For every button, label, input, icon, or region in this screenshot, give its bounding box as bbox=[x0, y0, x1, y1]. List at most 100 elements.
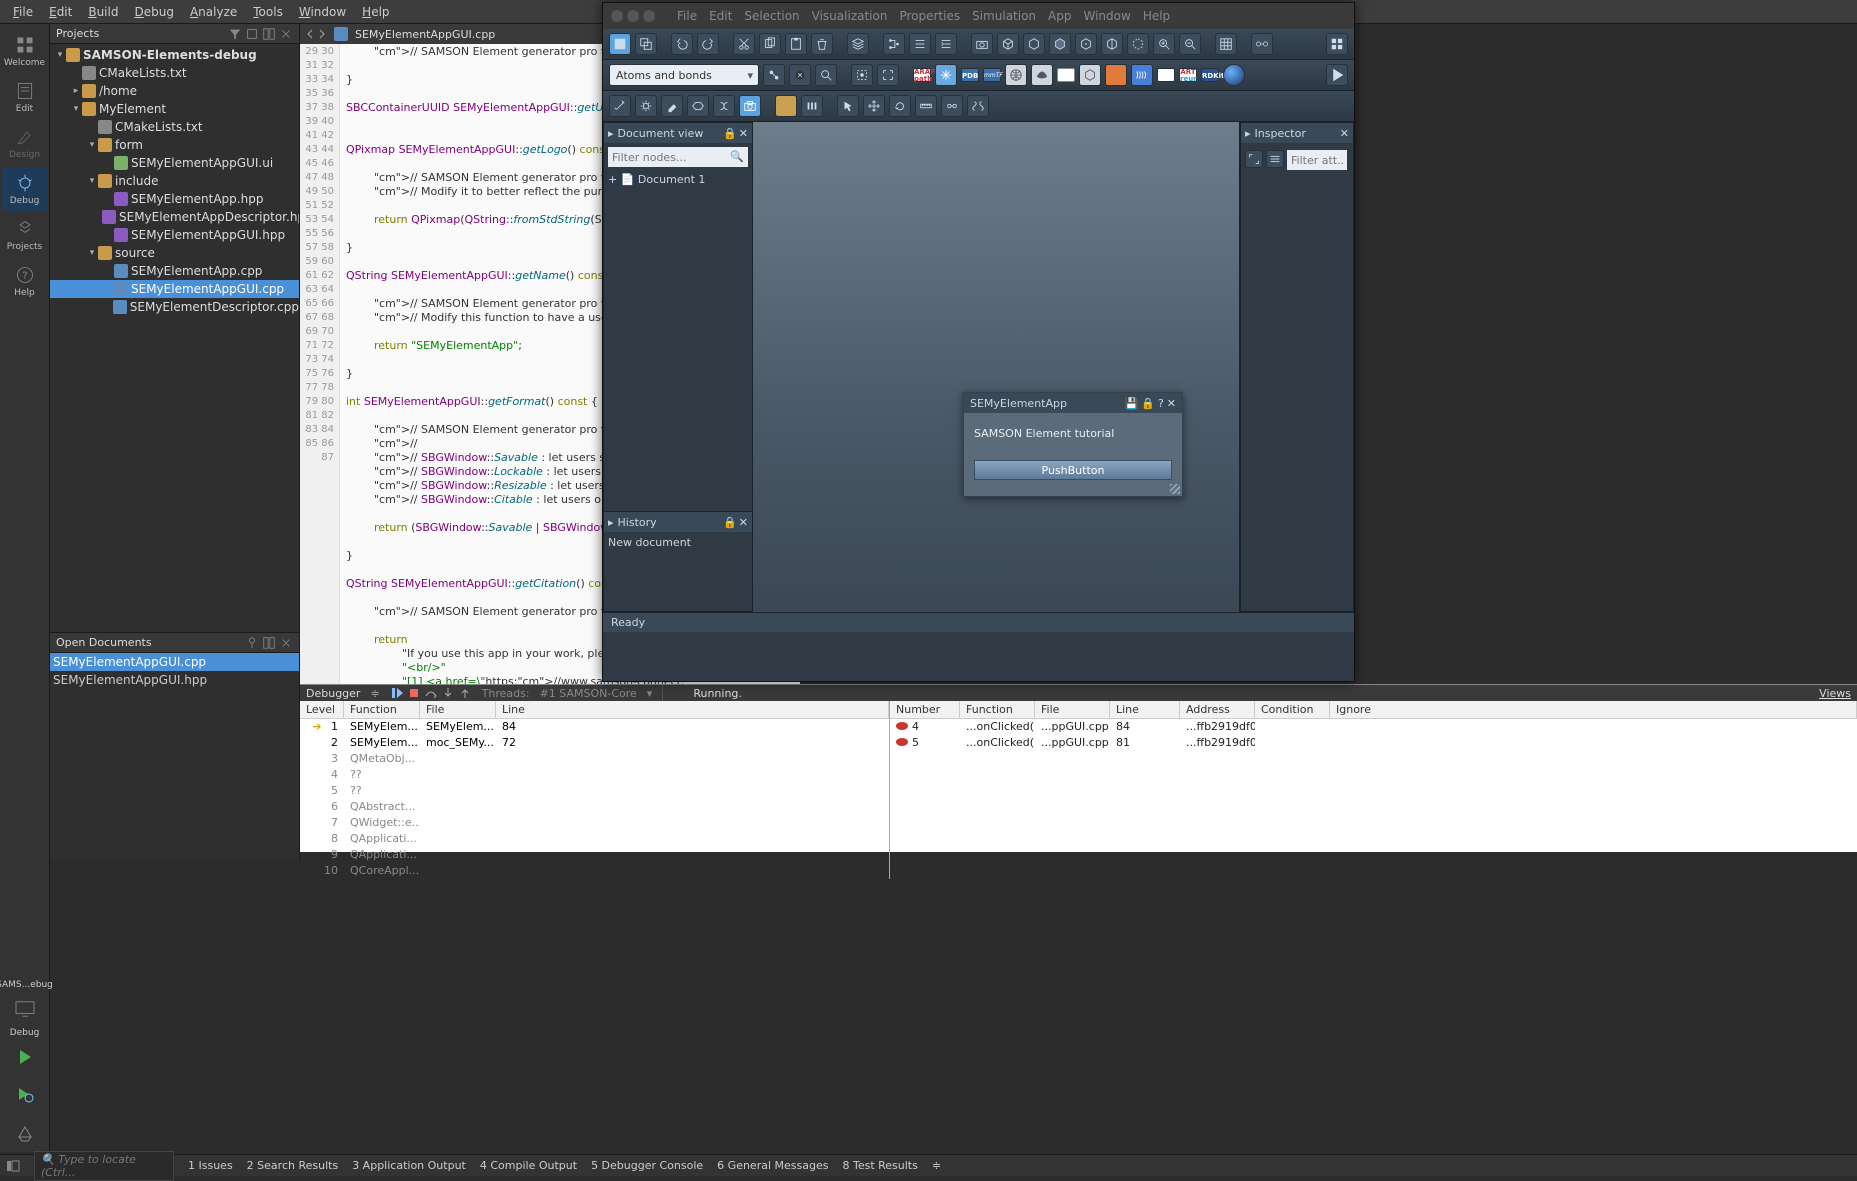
chevron-right-icon[interactable]: ▸ bbox=[608, 516, 614, 529]
tb2-bird-icon[interactable] bbox=[1031, 64, 1053, 86]
chevron-right-icon[interactable]: ▸ bbox=[1245, 127, 1251, 140]
tb-list-icon[interactable] bbox=[909, 33, 931, 55]
tree-row[interactable]: ▾include bbox=[50, 172, 299, 190]
run-debug-button[interactable] bbox=[10, 1080, 40, 1110]
tb2-script-icon[interactable] bbox=[1157, 68, 1175, 82]
stack-row[interactable]: 4?? bbox=[300, 767, 889, 783]
tb2-waves-icon[interactable] bbox=[1131, 64, 1153, 86]
rail-debug[interactable]: Debug bbox=[2, 167, 48, 211]
dbg-stepover-icon[interactable] bbox=[424, 686, 438, 700]
target-screen-icon[interactable] bbox=[10, 994, 40, 1024]
tb2-hex-icon[interactable] bbox=[1079, 64, 1101, 86]
history-lock-icon[interactable]: 🔒 bbox=[723, 516, 737, 529]
menu-edit[interactable]: Edit bbox=[41, 2, 80, 22]
tb2-clear-icon[interactable] bbox=[789, 64, 811, 86]
pushbutton[interactable]: PushButton bbox=[974, 460, 1172, 480]
samson-titlebar[interactable]: File Edit Selection Visualization Proper… bbox=[603, 3, 1354, 29]
tb-grid-icon[interactable] bbox=[1215, 33, 1237, 55]
tb2-find-icon[interactable] bbox=[815, 64, 837, 86]
tree-row[interactable]: CMakeLists.txt bbox=[50, 64, 299, 82]
projects-tree[interactable]: ▾SAMSON-Elements-debugCMakeLists.txt▸/ho… bbox=[50, 44, 299, 318]
sm-menu-properties[interactable]: Properties bbox=[899, 9, 960, 23]
tb-indent-icon[interactable] bbox=[935, 33, 957, 55]
projects-sync-icon[interactable] bbox=[245, 27, 259, 41]
tb2-snow-icon[interactable] bbox=[935, 64, 957, 86]
tb-paste-icon[interactable] bbox=[785, 33, 807, 55]
tb-cube4-icon[interactable] bbox=[1075, 33, 1097, 55]
tb-undo-icon[interactable] bbox=[671, 33, 693, 55]
open-doc-row[interactable]: SEMyElementAppGUI.hpp bbox=[50, 671, 299, 689]
opendocs-split-icon[interactable] bbox=[262, 636, 276, 650]
win-close-icon[interactable] bbox=[611, 10, 623, 22]
doc-tree-row[interactable]: + 📄 Document 1 bbox=[608, 171, 748, 188]
projects-filter-icon[interactable] bbox=[228, 27, 242, 41]
tb2-mmtf-icon[interactable]: mmTF bbox=[983, 68, 1001, 82]
tb3-wand-icon[interactable] bbox=[609, 95, 631, 117]
dbg-stop-icon[interactable] bbox=[407, 686, 421, 700]
tb2-arap-icon[interactable]: ARAPpath bbox=[913, 68, 931, 82]
plus-icon[interactable]: + bbox=[608, 173, 617, 186]
tb2-rdkit-icon[interactable]: RDKit bbox=[1201, 68, 1219, 82]
selection-filter-combo[interactable]: Atoms and bonds bbox=[609, 64, 759, 86]
stack-row[interactable]: 3QMetaObj... bbox=[300, 751, 889, 767]
debugger-dropdown-icon[interactable]: ≑ bbox=[370, 687, 379, 700]
stack-row[interactable]: ➔ 1SEMyElem...SEMyElem...84 bbox=[300, 719, 889, 735]
menu-file[interactable]: File bbox=[5, 2, 41, 22]
tree-row[interactable]: SEMyElementAppGUI.ui bbox=[50, 154, 299, 172]
tree-row[interactable]: ▸/home bbox=[50, 82, 299, 100]
tb-cube2-icon[interactable] bbox=[1023, 33, 1045, 55]
status-tests[interactable]: 8 Test Results bbox=[842, 1159, 917, 1172]
tb3-grid-icon[interactable] bbox=[775, 95, 797, 117]
tb-camera-icon[interactable] bbox=[971, 33, 993, 55]
target-kit[interactable]: SAMS...ebug bbox=[0, 980, 53, 990]
stack-row[interactable]: 7QWidget::e... bbox=[300, 815, 889, 831]
stack-row[interactable]: 5?? bbox=[300, 783, 889, 799]
editor-tab[interactable]: SEMyElementAppGUI.cpp bbox=[328, 27, 501, 41]
insp-expand-icon[interactable] bbox=[1245, 150, 1263, 168]
status-dropdown-icon[interactable]: ≑ bbox=[932, 1159, 941, 1172]
tb2-sphere-icon[interactable] bbox=[1223, 64, 1245, 86]
stack-row[interactable]: 2SEMyElem...moc_SEMy...72 bbox=[300, 735, 889, 751]
tb-app-icon[interactable] bbox=[1326, 33, 1348, 55]
tb-tree-icon[interactable] bbox=[883, 33, 905, 55]
tb-zoomin-icon[interactable] bbox=[1153, 33, 1175, 55]
tree-row[interactable]: SEMyElementApp.cpp bbox=[50, 262, 299, 280]
thread-selector[interactable]: #1 SAMSON-Core bbox=[540, 687, 637, 700]
tb3-move-icon[interactable] bbox=[863, 95, 885, 117]
semyelementapp-window[interactable]: SEMyElementApp 💾 🔒 ? ✕ SAMSON Element tu… bbox=[963, 392, 1183, 497]
history-entry[interactable]: New document bbox=[608, 536, 748, 549]
rail-design[interactable]: Design bbox=[2, 121, 48, 165]
sm-menu-file[interactable]: File bbox=[677, 9, 697, 23]
sm-menu-window[interactable]: Window bbox=[1083, 9, 1130, 23]
tb-delete-icon[interactable] bbox=[811, 33, 833, 55]
tree-row[interactable]: SEMyElementAppDescriptor.hpp bbox=[50, 208, 299, 226]
stack-row[interactable]: 8QApplicati... bbox=[300, 831, 889, 847]
status-dbgcon[interactable]: 5 Debugger Console bbox=[591, 1159, 703, 1172]
docview-lock-icon[interactable]: 🔒 bbox=[723, 127, 737, 140]
opendocs-pin-icon[interactable] bbox=[245, 636, 259, 650]
menu-analyze[interactable]: Analyze bbox=[182, 2, 245, 22]
sm-menu-help[interactable]: Help bbox=[1143, 9, 1170, 23]
insp-list-icon[interactable] bbox=[1266, 150, 1284, 168]
tb2-pick-icon[interactable] bbox=[763, 64, 785, 86]
stack-row[interactable]: 10QCoreAppl... bbox=[300, 863, 889, 879]
rail-edit[interactable]: Edit bbox=[2, 75, 48, 119]
status-issues[interactable]: 1 Issues bbox=[188, 1159, 233, 1172]
tree-row[interactable]: ▾form bbox=[50, 136, 299, 154]
locator-input[interactable]: 🔍 Type to locate (Ctrl... bbox=[34, 1151, 174, 1181]
sm-menu-visualization[interactable]: Visualization bbox=[812, 9, 888, 23]
menu-debug[interactable]: Debug bbox=[126, 2, 181, 22]
inspector-close-icon[interactable]: ✕ bbox=[1340, 127, 1349, 140]
status-compile[interactable]: 4 Compile Output bbox=[480, 1159, 577, 1172]
tb2-orange-icon[interactable] bbox=[1105, 64, 1127, 86]
tb-redo-icon[interactable] bbox=[697, 33, 719, 55]
sm-menu-edit[interactable]: Edit bbox=[709, 9, 732, 23]
tb3-snapshot-icon[interactable] bbox=[739, 95, 761, 117]
tb3-hex-icon[interactable] bbox=[687, 95, 709, 117]
tb-glasses-icon[interactable] bbox=[1251, 33, 1273, 55]
samson-viewport[interactable]: SEMyElementApp 💾 🔒 ? ✕ SAMSON Element tu… bbox=[753, 122, 1239, 612]
tb3-link-icon[interactable] bbox=[941, 95, 963, 117]
sm-menu-app[interactable]: App bbox=[1048, 9, 1071, 23]
tb-layers-icon[interactable] bbox=[847, 33, 869, 55]
stack-row[interactable]: 6QAbstract... bbox=[300, 799, 889, 815]
